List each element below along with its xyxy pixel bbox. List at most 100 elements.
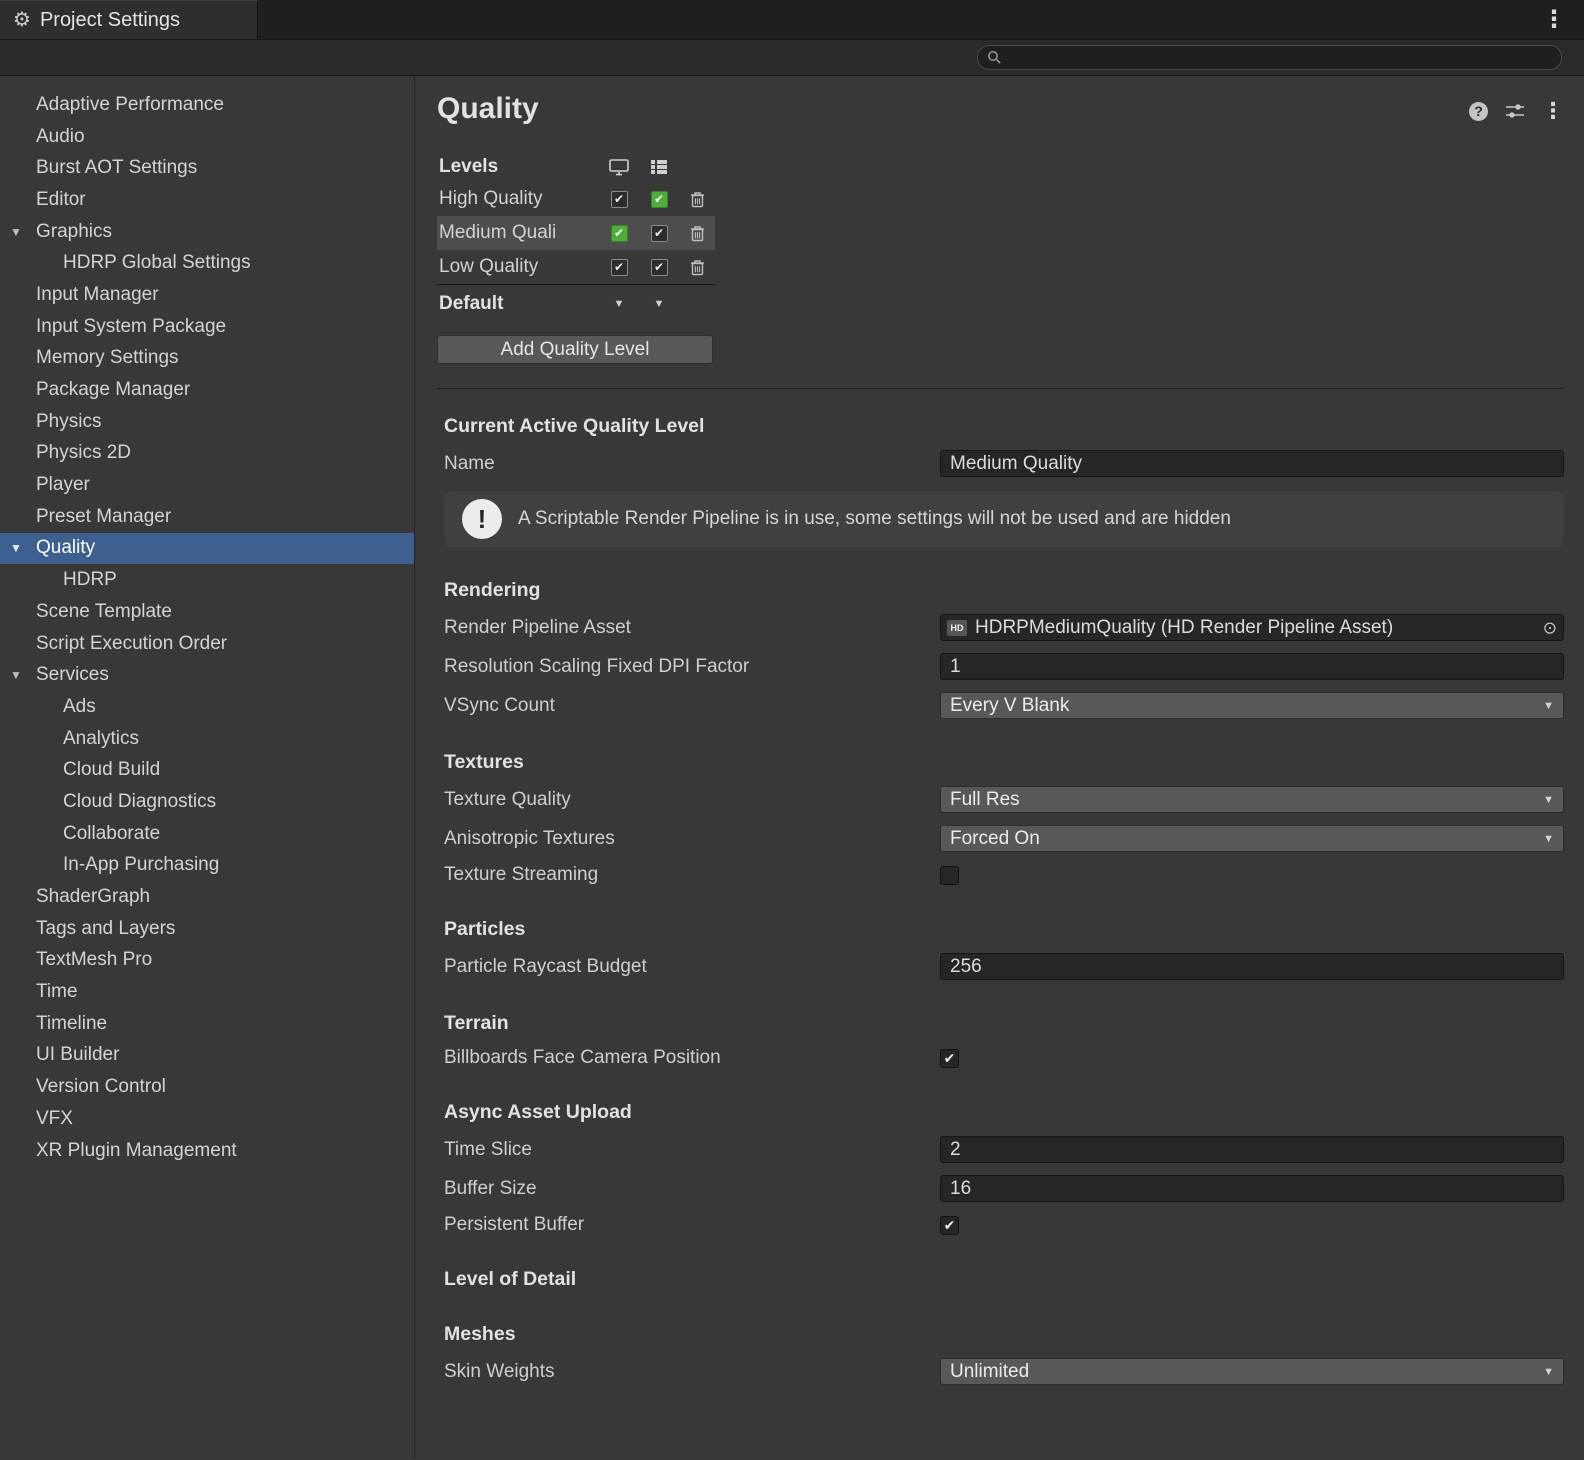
sidebar-item-memory-settings[interactable]: Memory Settings: [0, 343, 414, 375]
sidebar-item-cloud-build[interactable]: Cloud Build: [0, 754, 414, 786]
persistent-buffer-row: Persistent Buffer ✔: [437, 1214, 1564, 1236]
sidebar-item-script-execution-order[interactable]: Script Execution Order: [0, 628, 414, 660]
vsync-dropdown[interactable]: Every V Blank ▼: [940, 692, 1564, 719]
platform-enabled-checkbox[interactable]: ✔: [651, 225, 668, 242]
panel-menu-icon[interactable]: ⋮: [1542, 100, 1564, 122]
chevron-expanded-icon[interactable]: ▼: [10, 541, 22, 555]
sidebar-item-ui-builder[interactable]: UI Builder: [0, 1040, 414, 1072]
sidebar-item-graphics[interactable]: ▼ Graphics: [0, 216, 414, 248]
sidebar-item-shadergraph[interactable]: ShaderGraph: [0, 881, 414, 913]
delete-level-icon[interactable]: [679, 259, 715, 276]
sidebar-item-collaborate[interactable]: Collaborate: [0, 818, 414, 850]
sidebar-item-hdrp-global-settings[interactable]: HDRP Global Settings: [0, 247, 414, 279]
sidebar-item-label: Memory Settings: [36, 347, 179, 369]
sidebar-item-label: HDRP Global Settings: [63, 252, 251, 274]
presets-icon[interactable]: [1505, 103, 1525, 119]
sidebar-item-vfx[interactable]: VFX: [0, 1103, 414, 1135]
sidebar-item-physics[interactable]: Physics: [0, 406, 414, 438]
sidebar-item-cloud-diagnostics[interactable]: Cloud Diagnostics: [0, 786, 414, 818]
sidebar-item-scene-template[interactable]: Scene Template: [0, 596, 414, 628]
quality-level-name: Low Quality: [437, 256, 599, 278]
sidebar-item-textmesh-pro[interactable]: TextMesh Pro: [0, 945, 414, 977]
dpi-factor-field[interactable]: 1: [940, 653, 1564, 680]
render-pipeline-asset-value: HDRPMediumQuality (HD Render Pipeline As…: [975, 617, 1393, 639]
render-pipeline-label: Render Pipeline Asset: [444, 617, 940, 639]
render-pipeline-asset-field[interactable]: HD HDRPMediumQuality (HD Render Pipeline…: [940, 614, 1564, 641]
texture-quality-dropdown[interactable]: Full Res ▼: [940, 786, 1564, 813]
chevron-expanded-icon[interactable]: ▼: [10, 225, 22, 239]
default-desktop-dropdown[interactable]: ▼: [599, 298, 639, 310]
object-picker-icon[interactable]: ⊙: [1543, 619, 1557, 636]
sidebar-item-analytics[interactable]: Analytics: [0, 723, 414, 755]
sidebar-item-physics-2d[interactable]: Physics 2D: [0, 438, 414, 470]
sidebar-item-xr-plugin-management[interactable]: XR Plugin Management: [0, 1135, 414, 1167]
time-slice-label: Time Slice: [444, 1139, 940, 1161]
sidebar-item-version-control[interactable]: Version Control: [0, 1071, 414, 1103]
sidebar-item-time[interactable]: Time: [0, 976, 414, 1008]
sidebar-item-label: UI Builder: [36, 1044, 119, 1066]
sidebar-item-package-manager[interactable]: Package Manager: [0, 374, 414, 406]
buffer-size-field[interactable]: 16: [940, 1175, 1564, 1202]
sidebar-item-input-system-package[interactable]: Input System Package: [0, 311, 414, 343]
sidebar-item-label: Quality: [36, 537, 95, 559]
levels-label: Levels: [437, 156, 599, 178]
sidebar-item-label: Timeline: [36, 1013, 107, 1035]
quality-level-row[interactable]: Medium Quali ✔ ✔: [437, 216, 715, 250]
lod-header: Level of Detail: [437, 1268, 1564, 1291]
platform-enabled-checkbox[interactable]: ✔: [651, 191, 668, 208]
name-field[interactable]: Medium Quality: [940, 450, 1564, 477]
sidebar-item-preset-manager[interactable]: Preset Manager: [0, 501, 414, 533]
quality-level-name: Medium Quali: [437, 222, 599, 244]
levels-header: Levels: [437, 152, 715, 182]
sidebar-item-label: Cloud Build: [63, 759, 160, 781]
sidebar-item-burst-aot-settings[interactable]: Burst AOT Settings: [0, 152, 414, 184]
platform-enabled-checkbox[interactable]: ✔: [651, 259, 668, 276]
persistent-buffer-checkbox[interactable]: ✔: [940, 1216, 959, 1235]
skin-weights-dropdown[interactable]: Unlimited ▼: [940, 1358, 1564, 1385]
platform-enabled-checkbox[interactable]: ✔: [611, 191, 628, 208]
platform-enabled-checkbox[interactable]: ✔: [611, 225, 628, 242]
gear-icon: ⚙: [13, 10, 31, 30]
sidebar-item-editor[interactable]: Editor: [0, 184, 414, 216]
sidebar-item-hdrp[interactable]: HDRP: [0, 564, 414, 596]
delete-level-icon[interactable]: [679, 225, 715, 242]
billboards-checkbox[interactable]: ✔: [940, 1049, 959, 1068]
quality-level-row[interactable]: High Quality ✔ ✔: [437, 182, 715, 216]
platform-enabled-checkbox[interactable]: ✔: [611, 259, 628, 276]
sidebar-item-quality[interactable]: ▼ Quality: [0, 533, 414, 565]
default-platform-dropdown[interactable]: ▼: [639, 298, 679, 310]
sidebar-item-timeline[interactable]: Timeline: [0, 1008, 414, 1040]
sidebar-item-ads[interactable]: Ads: [0, 691, 414, 723]
srp-info-box: ! A Scriptable Render Pipeline is in use…: [444, 491, 1564, 547]
search-input[interactable]: [1008, 48, 1552, 68]
delete-level-icon[interactable]: [679, 191, 715, 208]
sidebar-item-label: Package Manager: [36, 379, 190, 401]
sidebar-item-tags-and-layers[interactable]: Tags and Layers: [0, 913, 414, 945]
add-quality-level-button[interactable]: Add Quality Level: [437, 335, 713, 364]
texture-streaming-checkbox[interactable]: [940, 866, 959, 885]
help-icon[interactable]: ?: [1469, 102, 1488, 121]
window-menu-icon[interactable]: ⋮: [1542, 8, 1584, 32]
sidebar-item-in-app-purchasing[interactable]: In-App Purchasing: [0, 850, 414, 882]
billboards-label: Billboards Face Camera Position: [444, 1047, 940, 1069]
sidebar-item-input-manager[interactable]: Input Manager: [0, 279, 414, 311]
tab-project-settings[interactable]: ⚙ Project Settings: [0, 0, 258, 39]
search-icon: [987, 50, 1002, 65]
sidebar-item-player[interactable]: Player: [0, 469, 414, 501]
sidebar-item-audio[interactable]: Audio: [0, 121, 414, 153]
sidebar-item-label: Collaborate: [63, 823, 160, 845]
quality-levels-table: Levels: [437, 152, 715, 364]
sidebar-item-label: VFX: [36, 1108, 73, 1130]
chevron-down-icon: ▼: [1543, 794, 1554, 806]
sidebar-item-adaptive-performance[interactable]: Adaptive Performance: [0, 89, 414, 121]
chevron-down-icon: ▼: [1543, 1366, 1554, 1378]
search-field[interactable]: [977, 45, 1562, 70]
raycast-budget-field[interactable]: 256: [940, 953, 1564, 980]
sidebar-item-services[interactable]: ▼ Services: [0, 659, 414, 691]
desktop-platform-icon: [599, 159, 639, 176]
quality-level-row[interactable]: Low Quality ✔ ✔: [437, 250, 715, 284]
particles-header: Particles: [437, 918, 1564, 941]
chevron-expanded-icon[interactable]: ▼: [10, 668, 22, 682]
time-slice-field[interactable]: 2: [940, 1136, 1564, 1163]
anisotropic-dropdown[interactable]: Forced On ▼: [940, 825, 1564, 852]
